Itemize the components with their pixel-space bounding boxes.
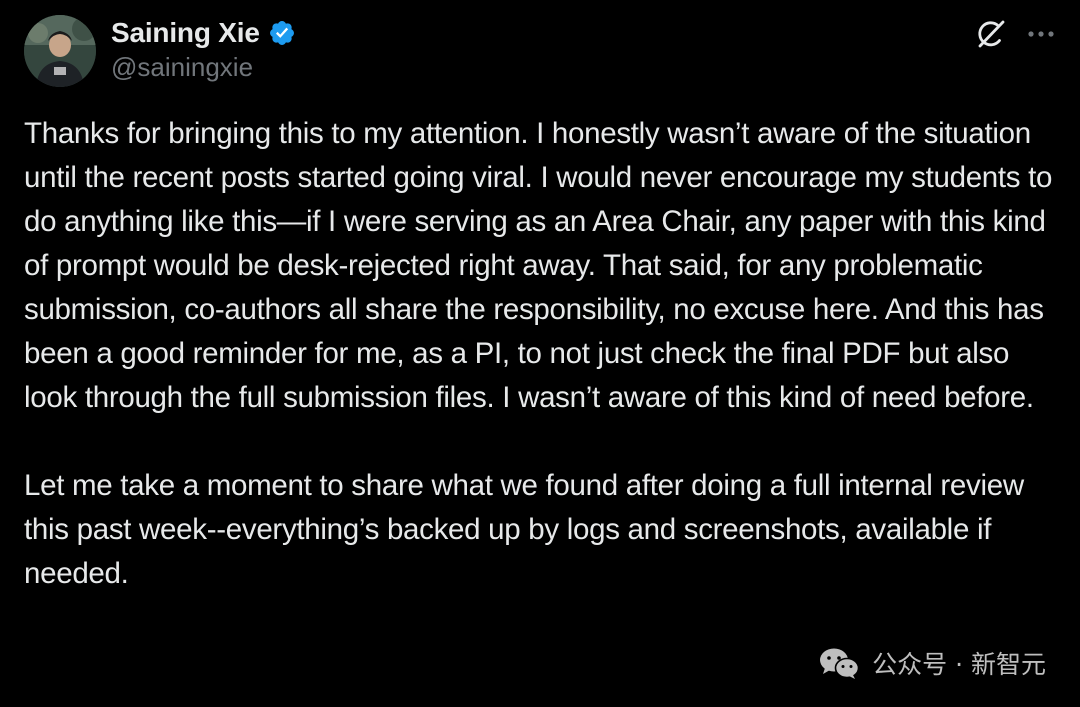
verified-badge-icon (268, 19, 296, 47)
tweet-paragraph-2: Let me take a moment to share what we fo… (24, 469, 1024, 590)
tweet-paragraph-1: Thanks for bringing this to my attention… (24, 117, 1053, 414)
grok-icon[interactable] (974, 17, 1008, 51)
name-row: Saining Xie (111, 14, 296, 52)
watermark: 公众号 · 新智元 (818, 645, 1046, 681)
avatar-image (24, 15, 96, 87)
tweet-card: Saining Xie @sainingxie Thanks for bring… (0, 0, 1080, 707)
tweet-actions-top (974, 17, 1056, 51)
more-options-icon[interactable] (1026, 19, 1056, 49)
wechat-logo-icon (818, 646, 860, 680)
avatar[interactable] (24, 15, 96, 87)
tweet-header: Saining Xie @sainingxie (111, 14, 296, 83)
author-display-name[interactable]: Saining Xie (111, 17, 260, 49)
watermark-text: 公众号 · 新智元 (872, 650, 1046, 679)
author-handle[interactable]: @sainingxie (111, 52, 296, 83)
tweet-text: Thanks for bringing this to my attention… (24, 112, 1064, 596)
